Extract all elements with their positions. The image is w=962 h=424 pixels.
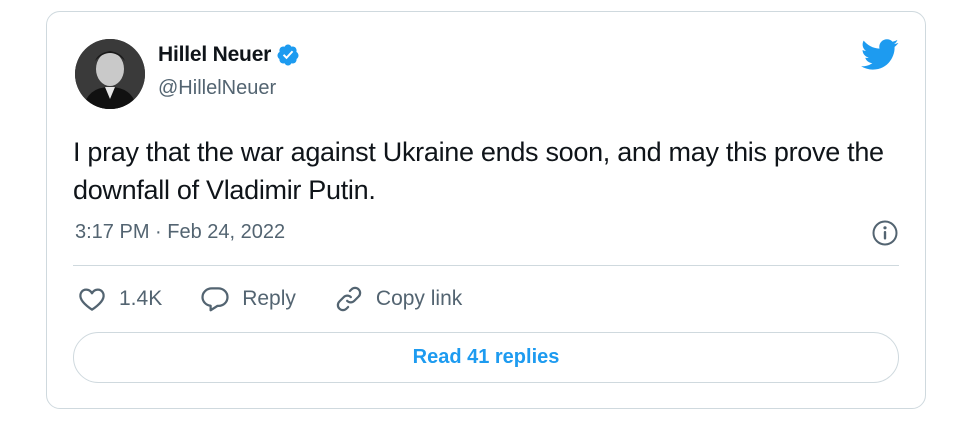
author-name[interactable]: Hillel Neuer	[158, 43, 271, 67]
like-button[interactable]: 1.4K	[77, 284, 162, 314]
avatar-image	[75, 39, 145, 109]
copy-link-label: Copy link	[375, 287, 463, 310]
reply-icon	[201, 287, 229, 312]
twitter-bird-icon[interactable]	[861, 39, 899, 71]
tweet-timestamp[interactable]: 3:17 PM · Feb 24, 2022	[75, 221, 285, 244]
author-handle[interactable]: @HillelNeuer	[158, 77, 276, 100]
reply-button[interactable]: Reply	[200, 284, 296, 314]
divider	[73, 265, 899, 266]
reply-label: Reply	[242, 287, 296, 310]
like-count: 1.4K	[119, 287, 163, 310]
action-bar: 1.4K Reply Copy link	[77, 284, 500, 314]
tweet-text: I pray that the war against Ukraine ends…	[73, 137, 884, 205]
tweet-card: Hillel Neuer @HillelNeuer I pray that th…	[46, 11, 926, 409]
copy-link-button[interactable]: Copy link	[334, 284, 462, 314]
verified-badge-icon	[277, 44, 299, 66]
author-name-row: Hillel Neuer	[158, 43, 300, 67]
link-icon	[336, 286, 362, 312]
read-replies-button[interactable]: Read 41 replies	[73, 332, 899, 383]
author-avatar[interactable]	[75, 39, 145, 109]
heart-icon	[79, 288, 105, 311]
info-icon[interactable]	[871, 219, 899, 247]
